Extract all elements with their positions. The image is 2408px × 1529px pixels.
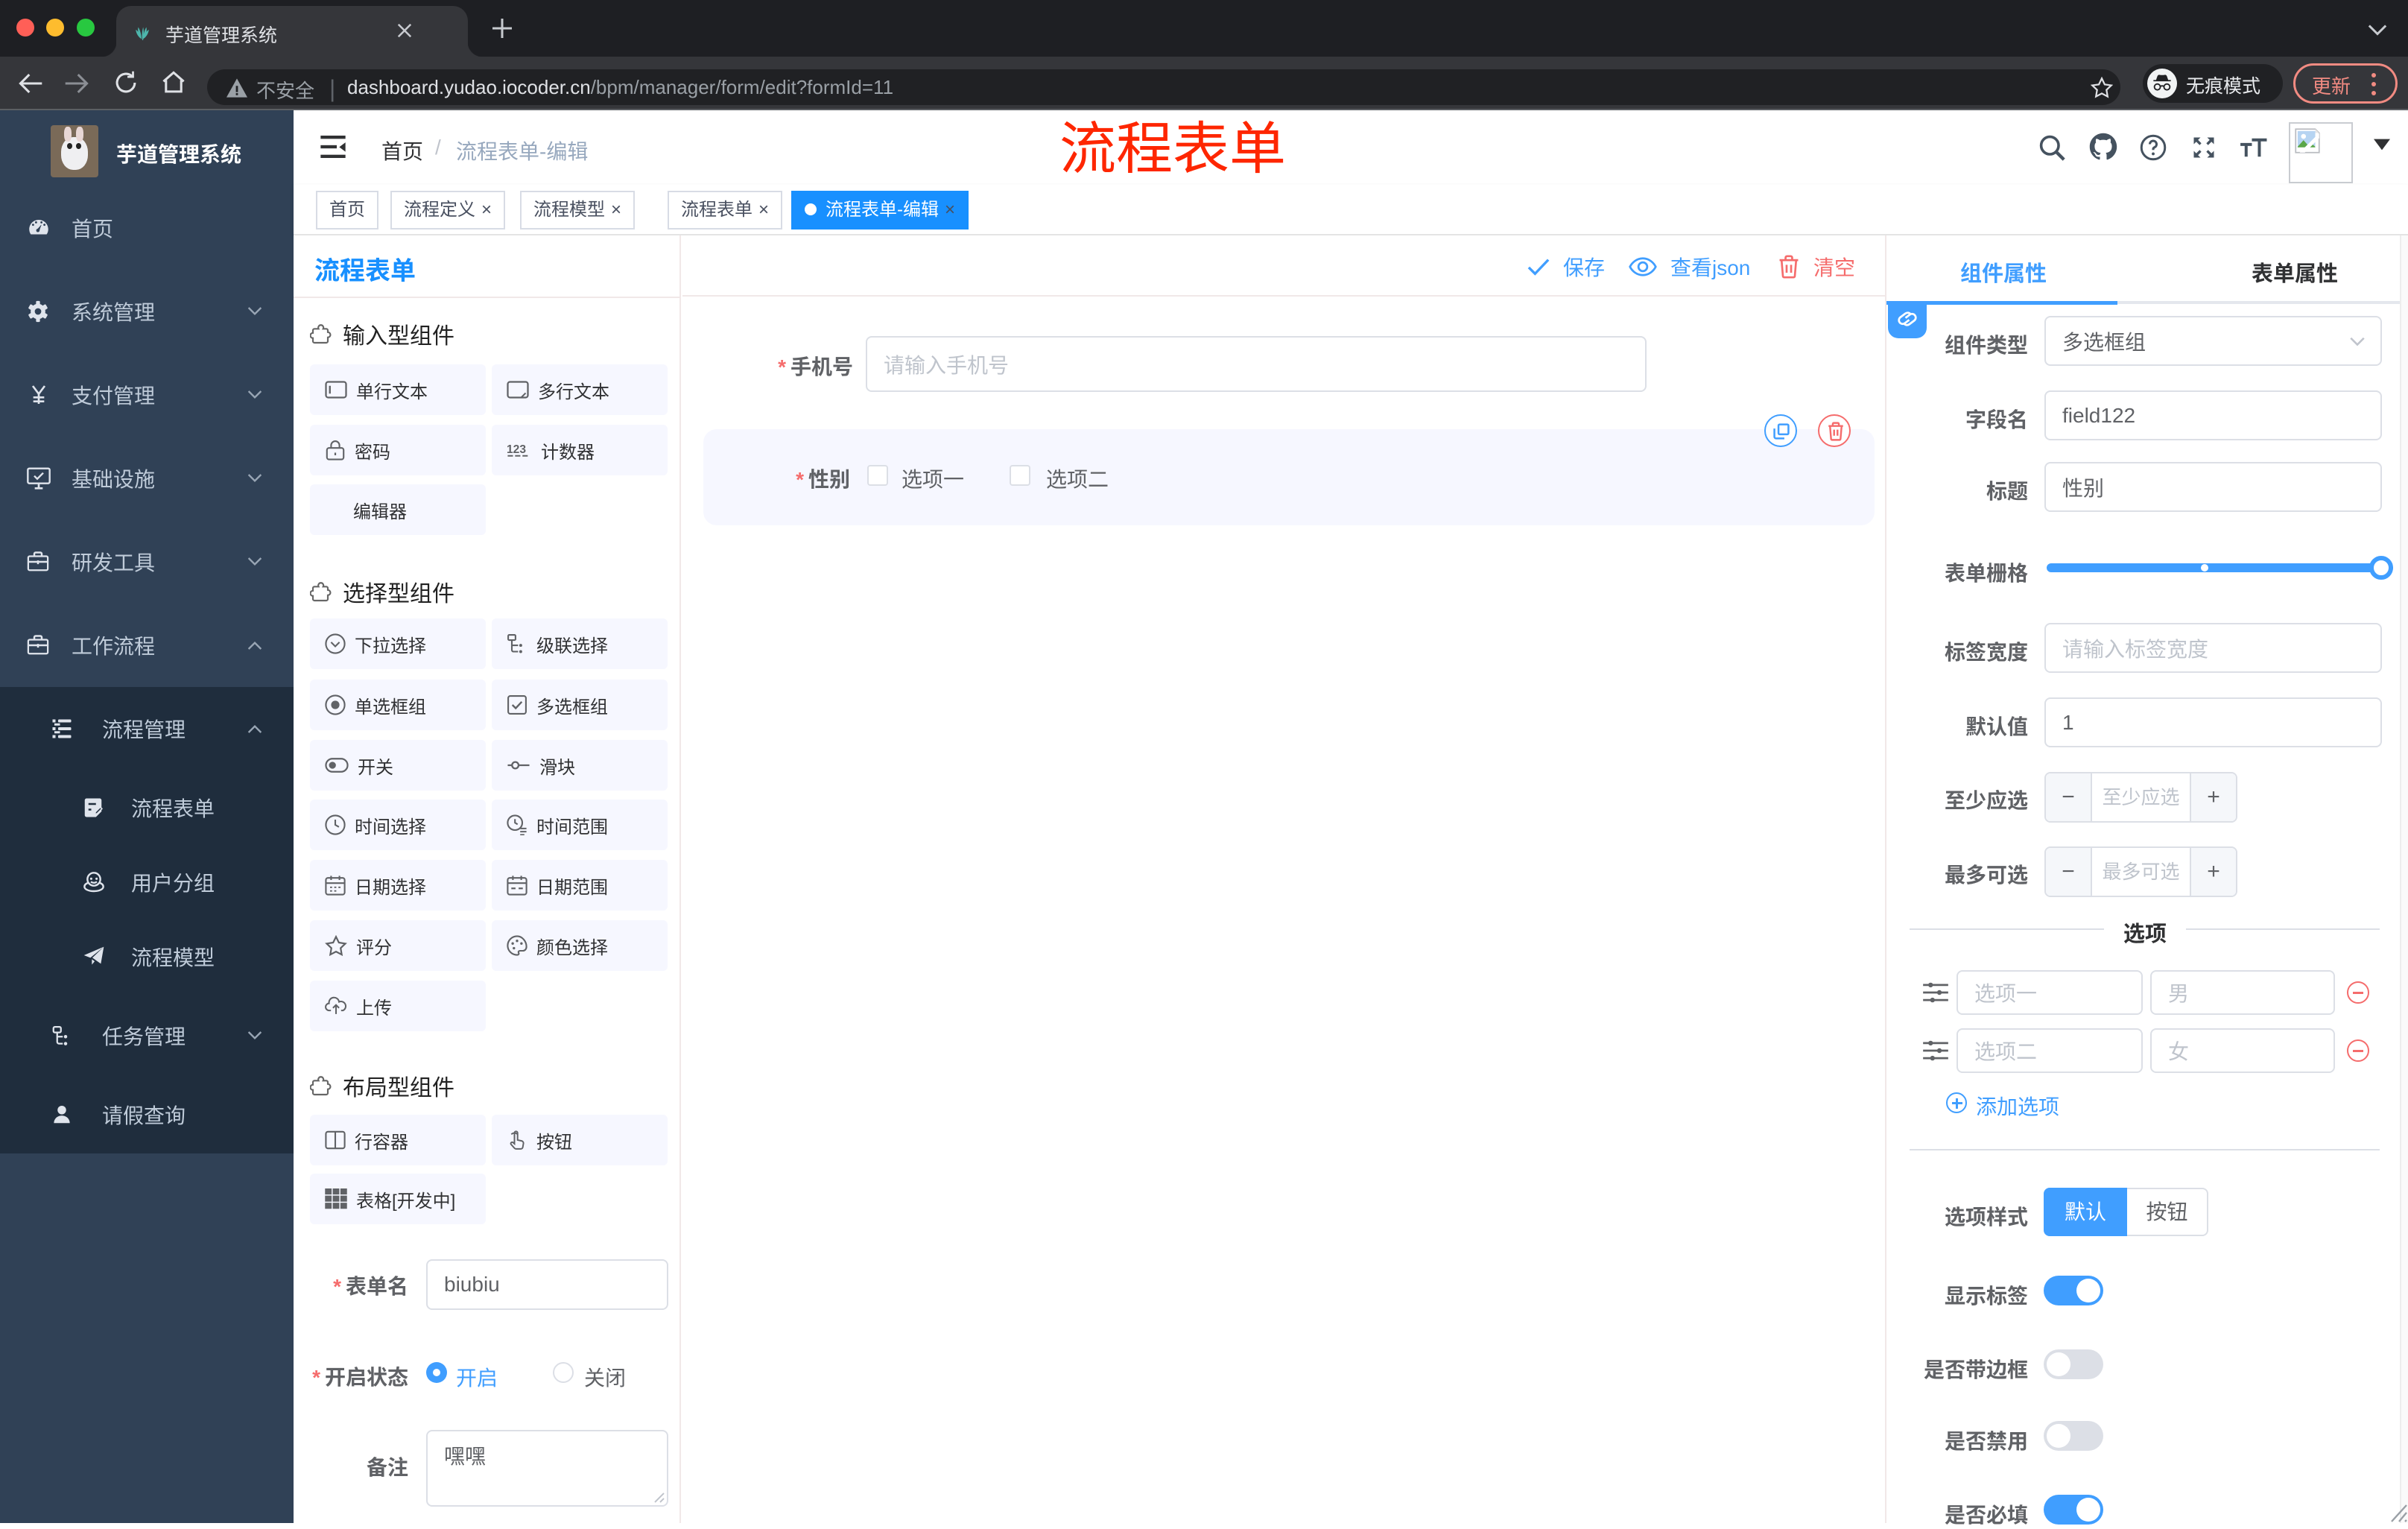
svg-text:123: 123 bbox=[507, 443, 526, 456]
